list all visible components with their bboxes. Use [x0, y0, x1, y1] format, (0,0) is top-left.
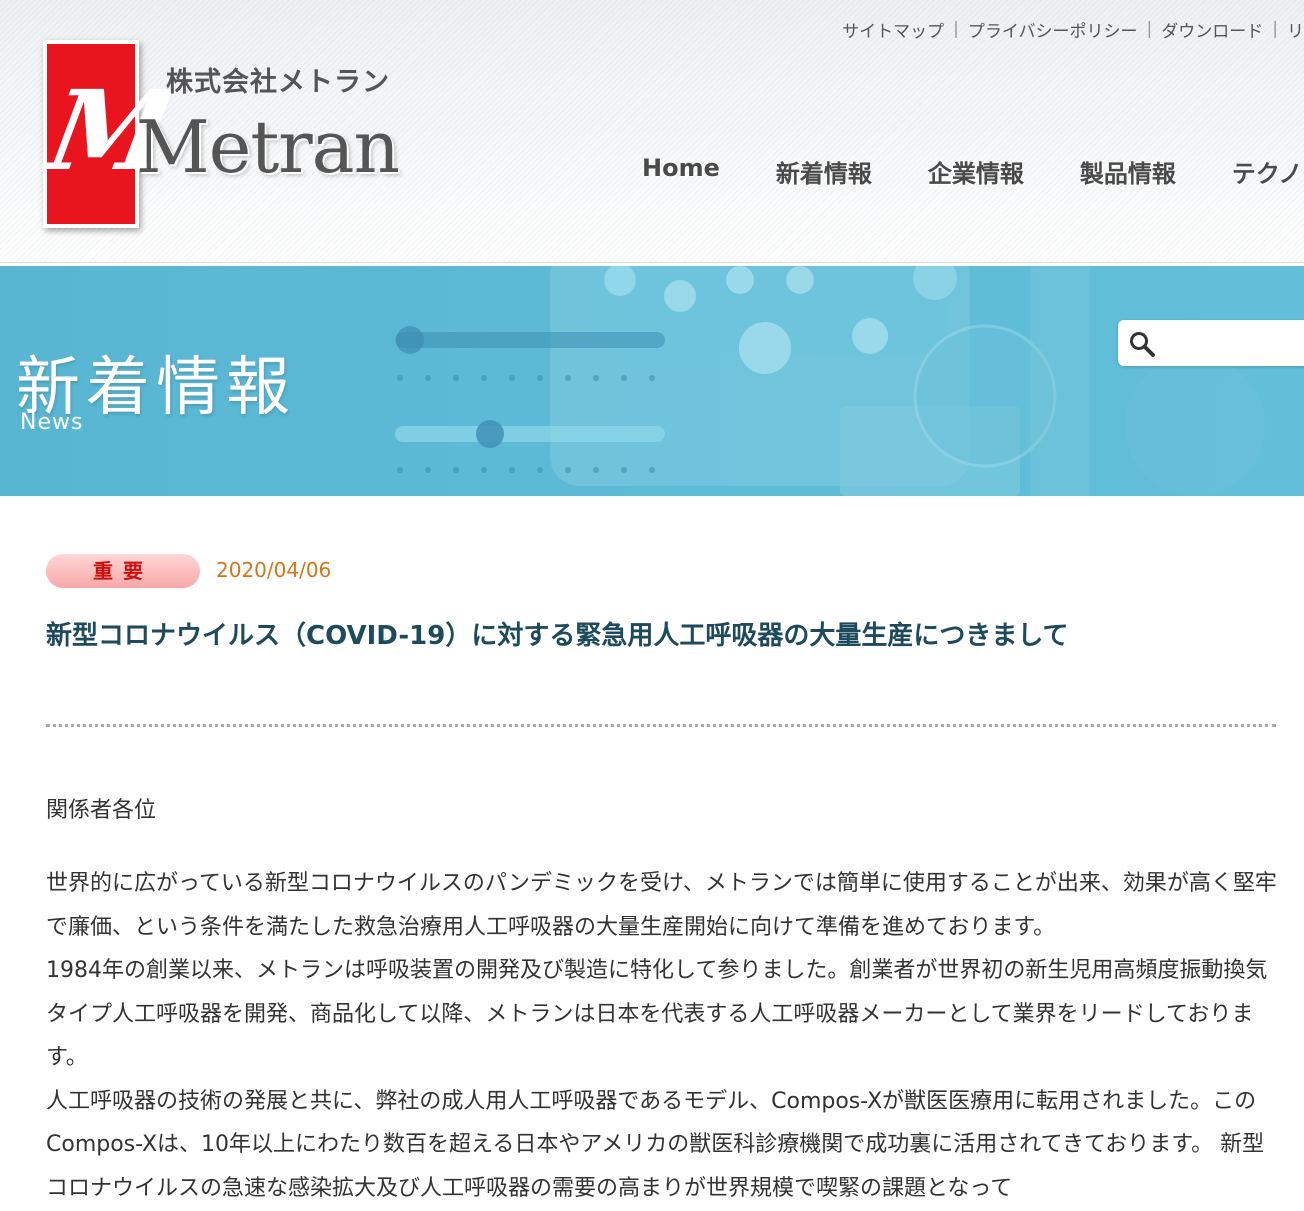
nav-news[interactable]: 新着情報: [776, 154, 872, 190]
article-content: 重要 2020/04/06 新型コロナウイルス（COVID-19）に対する緊急用…: [0, 496, 1304, 1211]
utility-links: サイトマップ | プライバシーポリシー | ダウンロード | リ: [842, 17, 1304, 42]
post-date: 2020/04/06: [216, 558, 332, 582]
util-divider: |: [1272, 19, 1278, 39]
article-title: 新型コロナウイルス（COVID-19）に対する緊急用人工呼吸器の大量生産につきま…: [46, 621, 1069, 651]
body-paragraph: 人工呼吸器の技術の発展と共に、弊社の成人用人工呼吸器であるモデル、Compos-…: [46, 1088, 1265, 1201]
util-divider: |: [1146, 19, 1153, 39]
logo-red-mark: M: [40, 40, 184, 228]
search-input[interactable]: [1118, 320, 1304, 366]
importance-badge: 重要: [46, 554, 200, 588]
divider: [46, 724, 1276, 727]
nav-products[interactable]: 製品情報: [1080, 154, 1176, 190]
global-nav: Home 新着情報 企業情報 製品情報 テクノ: [642, 154, 1304, 190]
logo-wordmark: Metran: [136, 105, 400, 189]
privacy-policy-link[interactable]: プライバシーポリシー: [968, 17, 1138, 42]
news-banner: 新着情報 News: [0, 266, 1304, 496]
sitemap-link[interactable]: サイトマップ: [842, 17, 944, 42]
nav-technology[interactable]: テクノ: [1232, 154, 1303, 190]
salutation: 関係者各位: [46, 798, 157, 823]
download-link[interactable]: ダウンロード: [1161, 17, 1263, 42]
company-logo[interactable]: M 株式会社メトラン Metran: [38, 36, 418, 228]
nav-company[interactable]: 企業情報: [928, 154, 1024, 190]
banner-subtitle: News: [20, 410, 84, 435]
site-header: サイトマップ | プライバシーポリシー | ダウンロード | リ M 株式会社メ…: [0, 0, 1304, 263]
article-body: 世界的に広がっている新型コロナウイルスのパンデミックを受け、メトランでは簡単に使…: [46, 862, 1286, 1210]
body-paragraph: 1984年の創業以来、メトランは呼吸装置の開発及び製造に特化して参りました。創業…: [46, 958, 1268, 1070]
body-paragraph: 世界的に広がっている新型コロナウイルスのパンデミックを受け、メトランでは簡単に使…: [46, 871, 1277, 940]
search-icon[interactable]: [1128, 330, 1156, 358]
util-divider: |: [953, 19, 959, 39]
nav-home[interactable]: Home: [642, 154, 720, 190]
logo-company-name: 株式会社メトラン: [166, 67, 390, 98]
util-link-truncated[interactable]: リ: [1287, 17, 1304, 42]
